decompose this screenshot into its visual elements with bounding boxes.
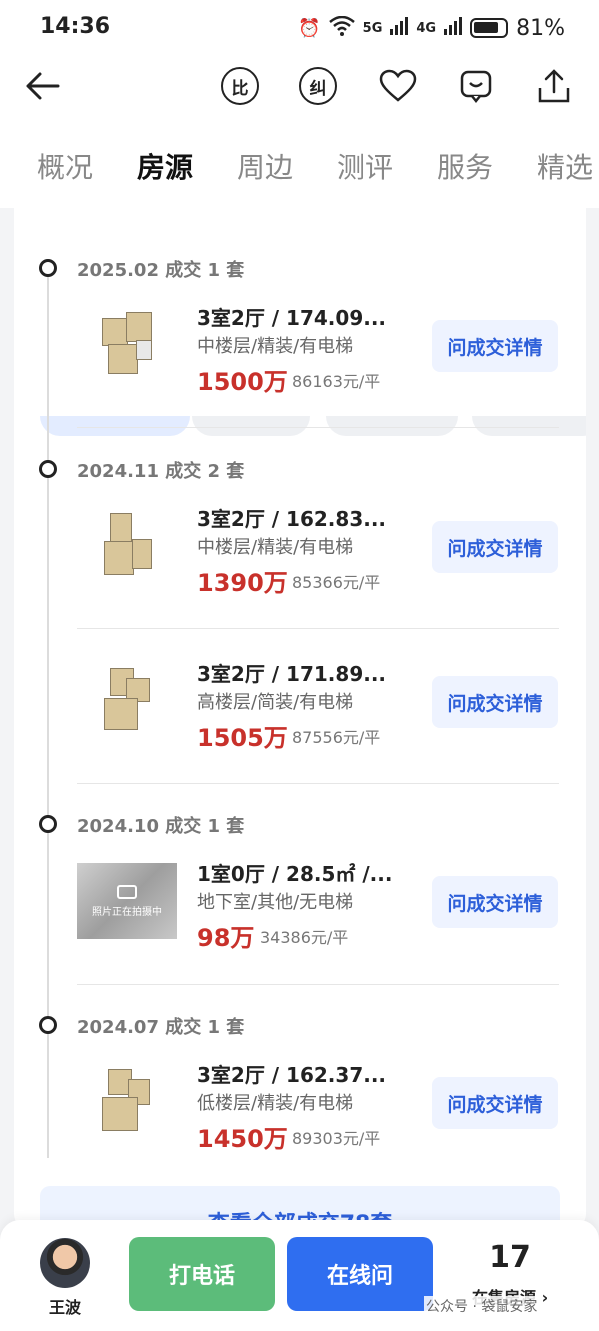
transaction-item[interactable]: 3室2厅 / 162.83... 中楼层/精装/有电梯 1390万 85366元… <box>77 491 559 621</box>
floorplan-thumbnail <box>77 506 177 586</box>
listing-features: 中楼层/精装/有电梯 <box>197 336 354 357</box>
message-icon[interactable] <box>454 64 498 108</box>
online-chat-button[interactable]: 在线问 <box>287 1237 433 1311</box>
compare-icon[interactable]: 比 <box>218 64 262 108</box>
alarm-icon: ⏰ <box>298 17 321 39</box>
top-nav-bar: 比 纠 <box>0 56 599 122</box>
group-title: 2024.10 成交 1 套 <box>77 816 245 837</box>
signal-4g-label: 4G <box>416 20 437 36</box>
divider <box>77 783 559 784</box>
timeline-dot <box>39 1016 57 1034</box>
listing-title: 3室2厅 / 162.83... <box>197 507 387 531</box>
listing-unit-price: 34386元/平 <box>260 928 349 947</box>
status-icons: ⏰ 5G 4G 81% <box>298 14 565 42</box>
timeline-dot <box>39 460 57 478</box>
ask-transaction-details-button[interactable]: 问成交详情 <box>432 676 558 728</box>
divider <box>77 427 559 428</box>
listing-unit-price: 85366元/平 <box>292 573 381 592</box>
group-title: 2025.02 成交 1 套 <box>77 260 245 281</box>
listing-price: 98万 <box>197 924 255 952</box>
signal-icon-2 <box>444 16 463 40</box>
group-title: 2024.11 成交 2 套 <box>77 461 245 482</box>
for-sale-count[interactable]: 17 <box>474 1240 546 1275</box>
timeline-dot <box>39 259 57 277</box>
signal-icon <box>390 16 409 40</box>
correction-icon-label: 纠 <box>299 67 337 105</box>
battery-percent: 81% <box>516 15 565 41</box>
wifi-icon <box>328 15 355 41</box>
photo-placeholder-text: 照片正在拍摄中 <box>92 906 162 918</box>
ask-transaction-details-button[interactable]: 问成交详情 <box>432 320 558 372</box>
transaction-item[interactable]: 3室2厅 / 162.37... 低楼层/精装/有电梯 1450万 89303元… <box>77 1047 559 1177</box>
bottom-action-bar: 王波 打电话 在线问 17 在售房源 › 公众号 · 袋鼠安家 <box>0 1220 599 1331</box>
signal-5g-label: 5G <box>362 20 383 36</box>
favorite-heart-icon[interactable] <box>376 64 420 108</box>
camera-icon <box>117 884 137 899</box>
call-button[interactable]: 打电话 <box>129 1237 275 1311</box>
listing-price: 1505万 <box>197 724 288 752</box>
watermark-text: 公众号 · 袋鼠安家 <box>424 1296 540 1316</box>
status-bar: 14:36 ⏰ 5G 4G 81% <box>0 0 599 56</box>
share-icon[interactable] <box>532 64 576 108</box>
transaction-item[interactable]: 3室2厅 / 174.09... 中楼层/精装/有电梯 1500万 86163元… <box>77 290 559 420</box>
timeline-dot <box>39 815 57 833</box>
back-arrow-icon[interactable] <box>20 64 64 108</box>
tab-surroundings[interactable]: 周边 <box>237 146 293 186</box>
agent-avatar[interactable] <box>40 1238 90 1288</box>
section-tabs: 概况 房源 周边 测评 服务 精选 <box>0 122 599 208</box>
listing-features: 高楼层/简装/有电梯 <box>197 692 354 713</box>
floorplan-thumbnail <box>77 1062 177 1142</box>
listing-features: 中楼层/精装/有电梯 <box>197 537 354 558</box>
listing-price: 1500万 <box>197 368 288 396</box>
status-time: 14:36 <box>40 14 111 39</box>
tab-reviews[interactable]: 测评 <box>337 146 393 186</box>
tab-overview[interactable]: 概况 <box>37 146 93 186</box>
listing-price: 1390万 <box>197 569 288 597</box>
listing-features: 地下室/其他/无电梯 <box>197 892 354 913</box>
listing-price: 1450万 <box>197 1125 288 1153</box>
listing-unit-price: 89303元/平 <box>292 1129 381 1148</box>
transaction-card: 2025.02 成交 1 套 3室2厅 / 174.09... 中楼层/精装/有… <box>14 208 586 1228</box>
tab-listings[interactable]: 房源 <box>137 146 193 186</box>
transaction-item[interactable]: 照片正在拍摄中 1室0厅 / 28.5㎡ /... 地下室/其他/无电梯 98万… <box>77 846 559 976</box>
divider <box>77 628 559 629</box>
tab-featured[interactable]: 精选 <box>537 146 593 186</box>
ask-transaction-details-button[interactable]: 问成交详情 <box>432 876 558 928</box>
listing-title: 3室2厅 / 174.09... <box>197 306 387 330</box>
listing-unit-price: 87556元/平 <box>292 728 381 747</box>
floorplan-thumbnail <box>77 661 177 741</box>
battery-icon <box>470 18 509 38</box>
listing-title: 3室2厅 / 162.37... <box>197 1063 387 1087</box>
ask-transaction-details-button[interactable]: 问成交详情 <box>432 521 558 573</box>
correction-icon[interactable]: 纠 <box>296 64 340 108</box>
group-title: 2024.07 成交 1 套 <box>77 1017 245 1038</box>
listing-title: 1室0厅 / 28.5㎡ /... <box>197 862 393 886</box>
transaction-item[interactable]: 3室2厅 / 171.89... 高楼层/简装/有电梯 1505万 87556元… <box>77 646 559 776</box>
compare-icon-label: 比 <box>221 67 259 105</box>
listing-features: 低楼层/精装/有电梯 <box>197 1093 354 1114</box>
photo-placeholder-thumbnail: 照片正在拍摄中 <box>77 861 177 941</box>
listing-unit-price: 86163元/平 <box>292 372 381 391</box>
agent-name: 王波 <box>48 1298 81 1317</box>
tab-services[interactable]: 服务 <box>437 146 493 186</box>
divider <box>77 984 559 985</box>
ask-transaction-details-button[interactable]: 问成交详情 <box>432 1077 558 1129</box>
listing-title: 3室2厅 / 171.89... <box>197 662 387 686</box>
floorplan-thumbnail <box>77 305 177 385</box>
